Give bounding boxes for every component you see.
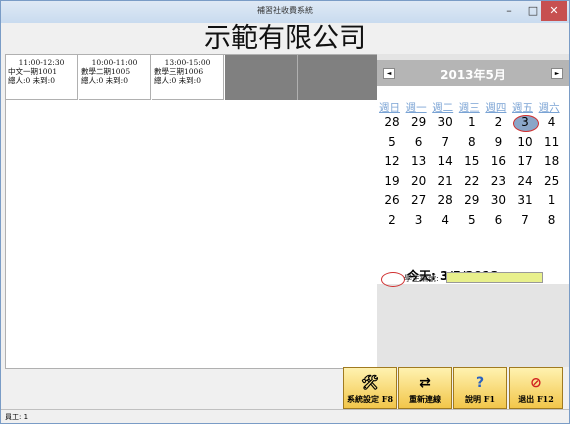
calendar-day[interactable]: 8	[539, 213, 565, 227]
calendar-day[interactable]: 18	[539, 154, 565, 168]
calendar-day[interactable]: 3	[512, 115, 538, 129]
calendar-day[interactable]: 26	[379, 193, 405, 207]
class-time: 13:00-15:00	[164, 58, 211, 67]
calendar-day[interactable]: 10	[512, 135, 538, 149]
right-panel: ◄ 2013年5月 ► 週日 週一 週二 週三 週四 週五 週六 28 29 30 1 2 3 4 5 6 7…	[377, 54, 569, 367]
calendar-day[interactable]: 31	[512, 193, 538, 207]
system-settings-button[interactable]: 🛠 系統設定 F8	[343, 367, 397, 409]
calendar-day[interactable]: 20	[406, 174, 432, 188]
reconnect-icon: ⇄	[419, 375, 431, 391]
button-label: 說明 F1	[464, 394, 496, 404]
calendar-day[interactable]: 17	[512, 154, 538, 168]
class-cell-3[interactable]: 13:00-15:00 數學三期1006 總人:0 未到:0	[152, 55, 224, 100]
weekday-label: 週六	[538, 102, 560, 114]
calendar-day[interactable]: 30	[432, 115, 458, 129]
company-name: 示範有限公司	[204, 23, 366, 54]
today-marker-icon	[381, 272, 405, 287]
empty-class-cell[interactable]	[225, 55, 298, 100]
calendar-day[interactable]: 3	[406, 213, 432, 227]
calendar-day[interactable]: 11	[539, 135, 565, 149]
button-label: 重新連線	[409, 394, 441, 404]
weekday-label: 週二	[432, 102, 454, 114]
calendar-day[interactable]: 29	[459, 193, 485, 207]
app-window: 補習社收費系統 – □ ✕ 示範有限公司 11:00-12:30 中文一期100…	[0, 0, 570, 424]
calendar-day[interactable]: 5	[379, 135, 405, 149]
status-bar: 員工: 1	[1, 409, 569, 423]
weekday-label: 週三	[458, 102, 480, 114]
weekday-label: 週四	[485, 102, 507, 114]
calendar-day[interactable]: 7	[512, 213, 538, 227]
calendar-day[interactable]: 7	[432, 135, 458, 149]
help-button[interactable]: ? 說明 F1	[453, 367, 507, 409]
calendar-day[interactable]: 1	[459, 115, 485, 129]
calendar-day[interactable]: 29	[406, 115, 432, 129]
window-title: 補習社收費系統	[257, 6, 313, 15]
calendar-day[interactable]: 30	[485, 193, 511, 207]
calendar-day[interactable]: 21	[432, 174, 458, 188]
class-cell-2[interactable]: 10:00-11:00 數學二期1005 總人:0 未到:0	[79, 55, 151, 100]
calendar: ◄ 2013年5月 ► 週日 週一 週二 週三 週四 週五 週六 28 29 30 1 2 3 4 5 6 7…	[377, 60, 569, 287]
calendar-day[interactable]: 2	[379, 213, 405, 227]
weekday-label: 週一	[405, 102, 427, 114]
class-stats: 總人:0 未到:0	[81, 76, 128, 85]
class-stats: 總人:0 未到:0	[8, 76, 55, 85]
calendar-day[interactable]: 16	[485, 154, 511, 168]
calendar-month-title[interactable]: 2013年5月	[377, 66, 569, 83]
calendar-day[interactable]: 12	[379, 154, 405, 168]
next-month-icon[interactable]: ►	[551, 68, 563, 79]
class-name: 中文一期1001	[8, 67, 58, 76]
calendar-day[interactable]: 6	[485, 213, 511, 227]
reconnect-button[interactable]: ⇄ 重新連線	[398, 367, 452, 409]
weekday-label: 週日	[379, 102, 400, 114]
calendar-day[interactable]: 6	[406, 135, 432, 149]
exit-button[interactable]: ⊘ 退出 F12	[509, 367, 563, 409]
calendar-day[interactable]: 28	[379, 115, 405, 129]
calendar-day[interactable]: 5	[459, 213, 485, 227]
calendar-day[interactable]: 24	[512, 174, 538, 188]
calendar-day[interactable]: 27	[406, 193, 432, 207]
calendar-day[interactable]: 23	[485, 174, 511, 188]
calendar-day[interactable]: 1	[539, 193, 565, 207]
calendar-day[interactable]: 2	[485, 115, 511, 129]
student-id-label: 學生編號:	[404, 274, 439, 283]
calendar-day[interactable]: 14	[432, 154, 458, 168]
empty-class-cell[interactable]	[298, 55, 378, 100]
student-id-input[interactable]	[446, 272, 543, 283]
class-stats: 總人:0 未到:0	[154, 76, 201, 85]
button-label: 退出 F12	[518, 394, 554, 404]
calendar-day[interactable]: 19	[379, 174, 405, 188]
help-icon: ?	[475, 375, 485, 391]
class-time: 11:00-12:30	[18, 58, 65, 67]
tools-icon: 🛠	[361, 375, 379, 391]
calendar-day[interactable]: 13	[406, 154, 432, 168]
calendar-day[interactable]: 4	[539, 115, 565, 129]
calendar-header: ◄ 2013年5月 ►	[377, 60, 569, 86]
calendar-day[interactable]: 4	[432, 213, 458, 227]
minimize-icon[interactable]: –	[497, 1, 521, 21]
class-time: 10:00-11:00	[91, 58, 138, 67]
class-name: 數學二期1005	[81, 67, 131, 76]
weekday-label: 週五	[512, 102, 533, 114]
button-label: 系統設定 F8	[346, 394, 394, 404]
calendar-day[interactable]: 28	[432, 193, 458, 207]
calendar-day[interactable]: 25	[539, 174, 565, 188]
calendar-day[interactable]: 9	[485, 135, 511, 149]
calendar-day[interactable]: 22	[459, 174, 485, 188]
close-icon[interactable]: ✕	[541, 1, 567, 21]
class-cell-1[interactable]: 11:00-12:30 中文一期1001 總人:0 未到:0	[6, 55, 78, 100]
calendar-day[interactable]: 15	[459, 154, 485, 168]
exit-icon: ⊘	[530, 375, 542, 391]
title-bar: 補習社收費系統 – □ ✕	[1, 1, 569, 23]
class-schedule-panel: 11:00-12:30 中文一期1001 總人:0 未到:0 10:00-11:…	[5, 54, 378, 369]
calendar-day[interactable]: 8	[459, 135, 485, 149]
class-name: 數學三期1006	[154, 67, 204, 76]
